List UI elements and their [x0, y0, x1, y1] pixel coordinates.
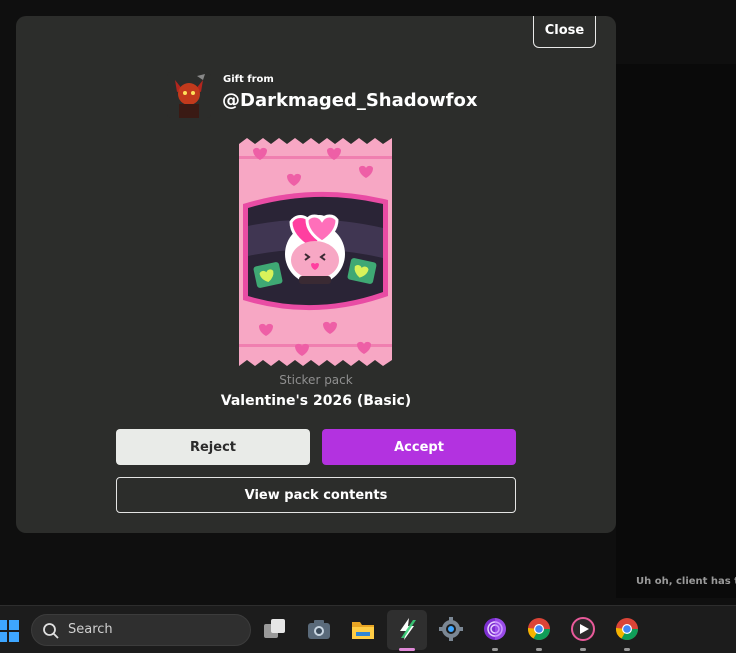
search-label: Search — [68, 622, 113, 637]
chrome-icon[interactable] — [526, 616, 552, 642]
background-notice: Uh oh, client has tro — [636, 576, 736, 587]
close-button[interactable]: Close — [533, 16, 596, 48]
active-app-indicator — [399, 648, 415, 651]
task-view-icon[interactable] — [262, 616, 288, 642]
open-app-indicator — [624, 648, 630, 651]
bolt-app-icon[interactable] — [394, 616, 420, 642]
avatar — [167, 72, 211, 118]
gift-from-label: Gift from — [223, 74, 274, 85]
camera-icon[interactable] — [306, 616, 332, 642]
settings-gear-icon[interactable] — [438, 616, 464, 642]
search-icon — [43, 623, 59, 639]
tor-browser-icon[interactable] — [482, 616, 508, 642]
taskbar: Search — [0, 605, 736, 653]
view-pack-contents-button[interactable]: View pack contents — [116, 477, 516, 513]
windows-start-icon[interactable] — [0, 620, 19, 642]
gift-sender-name[interactable]: @Darkmaged_Shadowfox — [222, 90, 477, 111]
chrome-icon[interactable] — [614, 616, 640, 642]
pack-type-label: Sticker pack — [279, 373, 353, 387]
background-panel — [616, 64, 736, 598]
open-app-indicator — [536, 648, 542, 651]
taskbar-search[interactable]: Search — [31, 614, 251, 646]
open-app-indicator — [492, 648, 498, 651]
sticker-pack-image — [239, 138, 392, 366]
reject-button[interactable]: Reject — [116, 429, 310, 465]
pack-name: Valentine's 2026 (Basic) — [220, 393, 412, 409]
file-explorer-icon[interactable] — [350, 616, 376, 642]
accept-button[interactable]: Accept — [322, 429, 516, 465]
media-player-icon[interactable] — [570, 616, 596, 642]
open-app-indicator — [580, 648, 586, 651]
gift-modal: Close Gift from @Darkmaged_Shadowfox Sti… — [16, 16, 616, 533]
